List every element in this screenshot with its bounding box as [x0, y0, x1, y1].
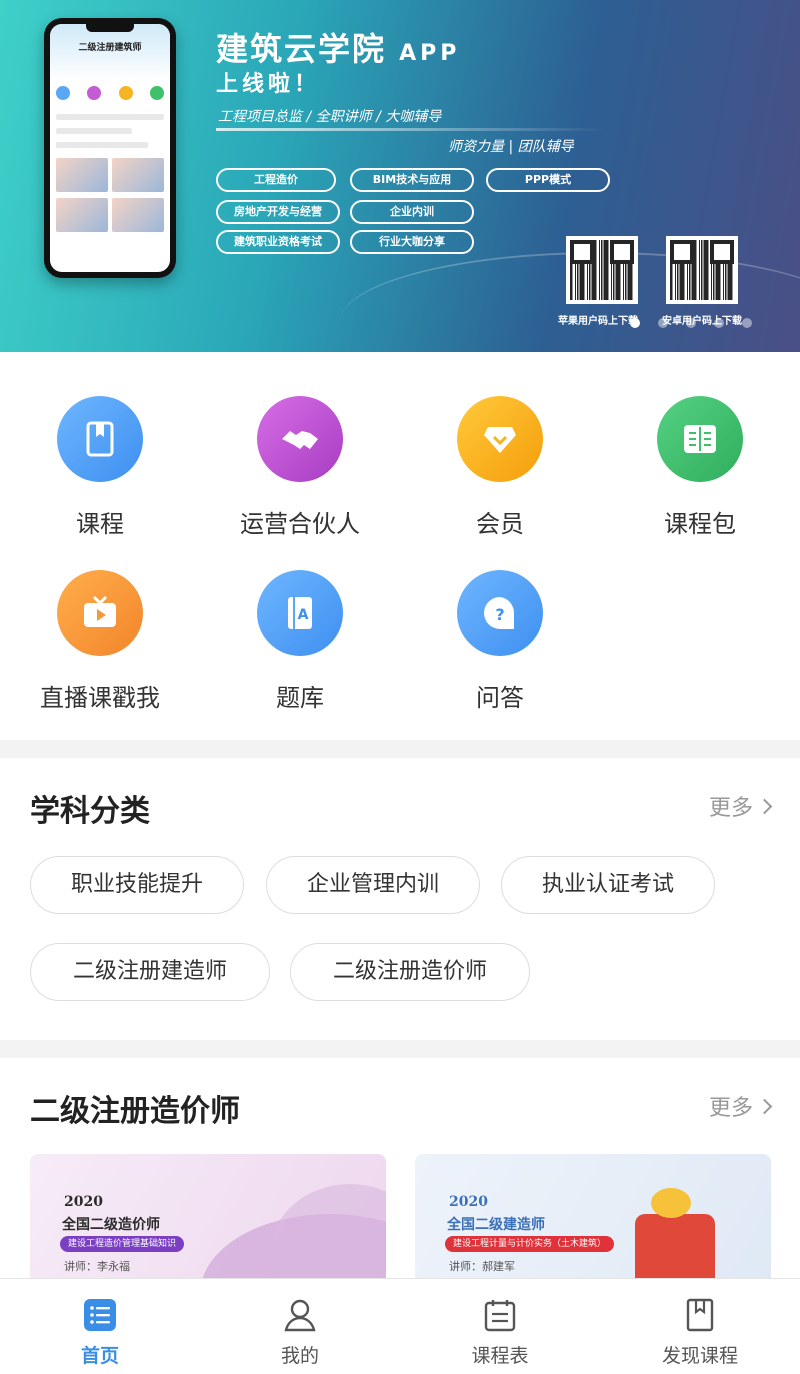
- chevron-right-icon: [756, 798, 773, 815]
- course-lecturer: 讲师：李永福: [64, 1260, 130, 1273]
- feature-vip[interactable]: 会员: [400, 396, 600, 539]
- bottom-tab-bar: 首页 我的 课程表 发现课程: [0, 1278, 800, 1374]
- chevron-right-icon: [756, 1098, 773, 1115]
- course-subject-pill: 建设工程计量与计价实务（土木建筑）: [445, 1236, 615, 1252]
- category-chip[interactable]: 企业管理内训: [266, 856, 480, 914]
- category-chip[interactable]: 执业认证考试: [501, 856, 715, 914]
- more-link-categories[interactable]: 更多: [709, 790, 773, 822]
- feature-label: 运营合伙人: [240, 510, 360, 538]
- course-lecturer: 讲师：郝建军: [449, 1260, 515, 1273]
- category-chip[interactable]: 二级注册建造师: [30, 943, 270, 1001]
- feature-partner[interactable]: 运营合伙人: [200, 396, 400, 539]
- phone-mockup: 二级注册建筑师: [44, 18, 176, 278]
- banner-tag: 建筑职业资格考试: [216, 230, 340, 254]
- tab-home[interactable]: 首页: [0, 1279, 200, 1374]
- banner-rule: [216, 128, 606, 131]
- handshake-icon: [257, 396, 343, 482]
- course-title: 全国二级建造师: [447, 1217, 545, 1233]
- banner-tag: 企业内训: [350, 200, 474, 224]
- feature-label: 课程包: [664, 510, 736, 538]
- tab-label: 课程表: [471, 1345, 529, 1367]
- section-divider: [0, 1040, 800, 1058]
- banner-tag: 行业大咖分享: [350, 230, 474, 254]
- user-icon: [282, 1297, 318, 1333]
- course-year: 2020: [449, 1194, 488, 1210]
- book-icon: [57, 396, 143, 482]
- tab-schedule[interactable]: 课程表: [400, 1279, 600, 1374]
- course-card[interactable]: 2020 全国二级造价师 建设工程造价管理基础知识 讲师：李永福: [30, 1154, 386, 1284]
- banner-title-line2: 上线啦！: [216, 72, 321, 97]
- banner-title: 建筑云学院 APP: [216, 30, 461, 68]
- qr-ios-label: 苹果用户码上下载: [558, 316, 638, 327]
- question-bubble-icon: ?: [457, 570, 543, 656]
- tab-label: 我的: [280, 1345, 319, 1367]
- schedule-icon: [482, 1297, 518, 1333]
- carousel-dot[interactable]: [658, 318, 668, 328]
- carousel-dot[interactable]: [742, 318, 752, 328]
- carousel-dot[interactable]: [714, 318, 724, 328]
- banner-subtitle: 工程项目总监 / 全职讲师 / 大咖辅导: [218, 109, 442, 125]
- promo-banner[interactable]: 二级注册建筑师 建筑云学院 APP 上线啦！ 工程项目总监 / 全职讲师 / 大…: [0, 0, 800, 352]
- category-chip[interactable]: 二级注册造价师: [290, 943, 530, 1001]
- feature-qa[interactable]: ? 问答: [400, 570, 600, 713]
- svg-text:A: A: [298, 607, 309, 623]
- banner-tag: 工程造价: [216, 168, 336, 192]
- qr-code-ios: [566, 236, 638, 304]
- svg-text:?: ?: [495, 605, 504, 624]
- banner-tag: PPP模式: [486, 168, 610, 192]
- feature-label: 问答: [476, 684, 524, 712]
- phone-heading: 二级注册建筑师: [50, 24, 170, 80]
- banner-tag: 房地产开发与经营: [216, 200, 340, 224]
- section-title-categories: 学科分类: [30, 794, 150, 829]
- feature-course[interactable]: 课程: [0, 396, 200, 539]
- carousel-dots[interactable]: [630, 318, 752, 328]
- feature-label: 直播课戳我: [40, 684, 160, 712]
- vip-badge-icon: [457, 396, 543, 482]
- section-title-courses: 二级注册造价师: [30, 1094, 240, 1129]
- feature-label: 课程: [76, 510, 124, 538]
- carousel-dot[interactable]: [630, 318, 640, 328]
- course-year: 2020: [64, 1194, 103, 1210]
- section-divider: [0, 740, 800, 758]
- tab-label: 首页: [80, 1345, 119, 1367]
- tab-label: 发现课程: [661, 1345, 738, 1367]
- feature-question-bank[interactable]: A 题库: [200, 570, 400, 713]
- question-bank-icon: A: [257, 570, 343, 656]
- feature-live[interactable]: 直播课戳我: [0, 570, 200, 713]
- course-subject-pill: 建设工程造价管理基础知识: [60, 1236, 185, 1252]
- tab-mine[interactable]: 我的: [200, 1279, 400, 1374]
- feature-course-pack[interactable]: 课程包: [600, 396, 800, 539]
- banner-tag: BIM技术与应用: [350, 168, 474, 192]
- feature-grid: 课程 运营合伙人 会员 课程包 直播课戳我 A 题库 ? 问答: [0, 352, 800, 740]
- qr-code-android: [666, 236, 738, 304]
- tab-discover[interactable]: 发现课程: [600, 1279, 800, 1374]
- feature-label: 会员: [476, 510, 524, 538]
- course-card[interactable]: 2020 全国二级建造师 建设工程计量与计价实务（土木建筑） 讲师：郝建军: [415, 1154, 771, 1284]
- open-book-icon: [657, 396, 743, 482]
- more-link-courses[interactable]: 更多: [709, 1090, 773, 1122]
- discover-book-icon: [682, 1297, 718, 1333]
- course-title: 全国二级造价师: [62, 1217, 160, 1233]
- category-chip[interactable]: 职业技能提升: [30, 856, 244, 914]
- tv-play-icon: [57, 570, 143, 656]
- feature-label: 题库: [276, 684, 324, 712]
- carousel-dot[interactable]: [686, 318, 696, 328]
- banner-subtitle-2: 师资力量 | 团队辅导: [448, 139, 574, 155]
- home-list-icon: [82, 1297, 118, 1333]
